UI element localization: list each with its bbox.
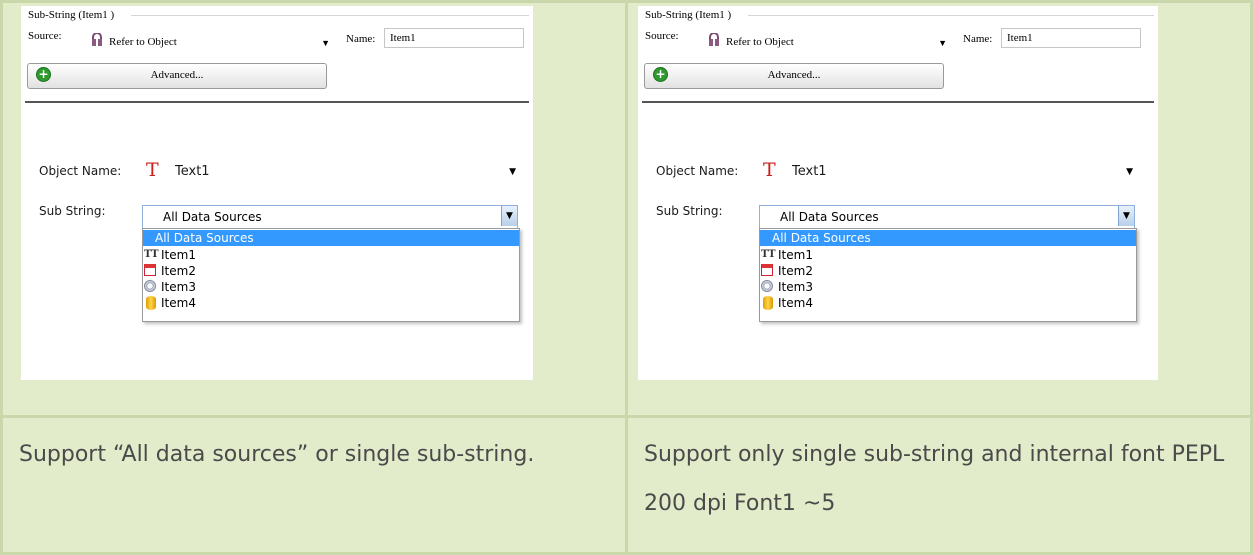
option-label: Item1 [778, 248, 813, 262]
name-value: Item1 [390, 32, 416, 44]
divider [25, 101, 529, 103]
text-object-icon: T [146, 159, 159, 181]
chevron-down-icon[interactable]: ▼ [1126, 167, 1133, 177]
object-name-label: Object Name: [39, 164, 122, 178]
sub-string-value: All Data Sources [163, 210, 262, 224]
source-select[interactable]: Refer to Object ▼ [86, 32, 330, 50]
caption-cell-right: Support only single sub-string and inter… [625, 415, 1253, 555]
source-value: Refer to Object [109, 36, 177, 48]
object-name-select[interactable]: T Text1 ▼ [759, 158, 1137, 184]
database-item-icon [763, 296, 773, 310]
sub-string-select[interactable]: All Data Sources ▼ [759, 205, 1135, 229]
screenshot-cell-left: Sub-String (Item1 ) Source: Refer to Obj… [0, 0, 628, 418]
source-label: Source: [28, 30, 62, 42]
sub-string-label: Sub String: [656, 204, 723, 218]
option-label: Item3 [161, 280, 196, 294]
option-label: Item3 [778, 280, 813, 294]
dropdown-option-item1[interactable]: TT Item1 [143, 247, 519, 263]
option-label: Item2 [161, 264, 196, 278]
time-item-icon [144, 280, 156, 292]
text-item-icon: TT [761, 249, 776, 260]
advanced-button[interactable]: + Advanced... [27, 63, 327, 89]
text-object-icon: T [763, 159, 776, 181]
sub-string-dropdown-list: All Data Sources TT Item1 Item2 Item3 Ite… [759, 228, 1137, 322]
source-label: Source: [645, 30, 679, 42]
object-source-icon [90, 32, 104, 50]
object-source-icon [707, 32, 721, 50]
screenshot-cell-right: Sub-String (Item1 ) Source: Refer to Obj… [625, 0, 1253, 418]
name-label: Name: [346, 33, 376, 45]
option-label: All Data Sources [772, 231, 871, 245]
dropdown-arrow-icon[interactable]: ▼ [501, 206, 517, 226]
date-item-icon [761, 264, 773, 276]
object-name-select[interactable]: T Text1 ▼ [142, 158, 520, 184]
chevron-down-icon[interactable]: ▼ [321, 38, 330, 48]
name-value: Item1 [1007, 32, 1033, 44]
dropdown-option-item2[interactable]: Item2 [760, 263, 1136, 279]
dropdown-option-all-data-sources[interactable]: All Data Sources [760, 230, 1136, 246]
source-value: Refer to Object [726, 36, 794, 48]
dropdown-option-item3[interactable]: Item3 [143, 279, 519, 295]
object-name-value: Text1 [792, 164, 827, 179]
option-label: Item4 [778, 296, 813, 310]
option-label: Item1 [161, 248, 196, 262]
name-input[interactable]: Item1 [384, 28, 524, 48]
option-label: Item2 [778, 264, 813, 278]
sub-string-panel-left: Sub-String (Item1 ) Source: Refer to Obj… [21, 6, 533, 380]
object-name-value: Text1 [175, 164, 210, 179]
name-label: Name: [963, 33, 993, 45]
database-item-icon [146, 296, 156, 310]
dropdown-arrow-icon[interactable]: ▼ [1118, 206, 1134, 226]
caption-cell-left: Support “All data sources” or single sub… [0, 415, 628, 555]
time-item-icon [761, 280, 773, 292]
option-label: All Data Sources [155, 231, 254, 245]
caption-right: Support only single sub-string and inter… [644, 442, 1225, 516]
group-border [131, 15, 529, 16]
group-title: Sub-String (Item1 ) [645, 9, 732, 21]
caption-left: Support “All data sources” or single sub… [19, 442, 535, 467]
advanced-button[interactable]: + Advanced... [644, 63, 944, 89]
sub-string-select[interactable]: All Data Sources ▼ [142, 205, 518, 229]
dropdown-option-item1[interactable]: TT Item1 [760, 247, 1136, 263]
sub-string-dropdown-list: All Data Sources TT Item1 Item2 Item3 Ite… [142, 228, 520, 322]
sub-string-label: Sub String: [39, 204, 106, 218]
option-label: Item4 [161, 296, 196, 310]
dropdown-option-item4[interactable]: Item4 [760, 295, 1136, 311]
dropdown-option-item4[interactable]: Item4 [143, 295, 519, 311]
dropdown-option-item3[interactable]: Item3 [760, 279, 1136, 295]
dropdown-option-all-data-sources[interactable]: All Data Sources [143, 230, 519, 246]
name-input[interactable]: Item1 [1001, 28, 1141, 48]
group-title: Sub-String (Item1 ) [28, 9, 115, 21]
divider [642, 101, 1154, 103]
sub-string-panel-right: Sub-String (Item1 ) Source: Refer to Obj… [638, 6, 1158, 380]
advanced-label: Advanced... [150, 69, 204, 81]
source-select[interactable]: Refer to Object ▼ [703, 32, 947, 50]
advanced-label: Advanced... [767, 69, 821, 81]
text-item-icon: TT [144, 249, 159, 260]
comparison-table: Sub-String (Item1 ) Source: Refer to Obj… [0, 0, 1253, 555]
object-name-label: Object Name: [656, 164, 739, 178]
date-item-icon [144, 264, 156, 276]
dropdown-option-item2[interactable]: Item2 [143, 263, 519, 279]
chevron-down-icon[interactable]: ▼ [509, 167, 516, 177]
sub-string-value: All Data Sources [780, 210, 879, 224]
group-border [748, 15, 1154, 16]
chevron-down-icon[interactable]: ▼ [938, 38, 947, 48]
